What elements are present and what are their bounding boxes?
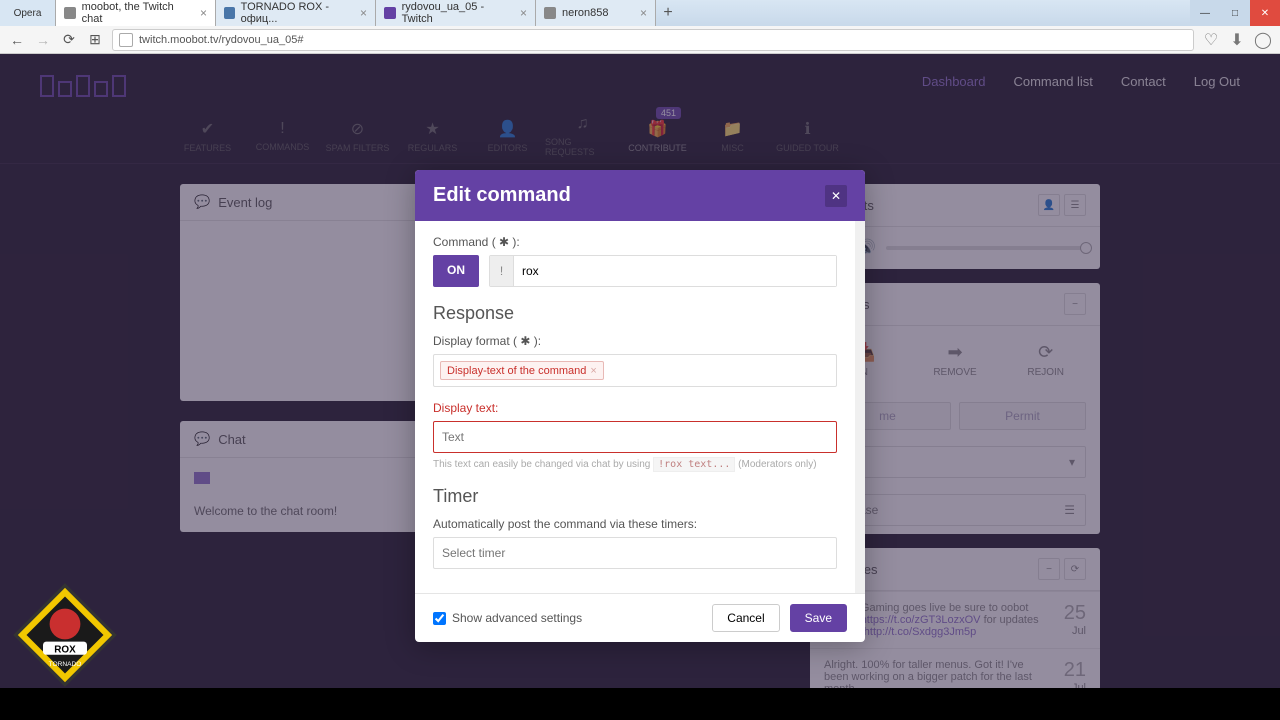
favicon xyxy=(224,7,235,19)
close-icon[interactable]: × xyxy=(360,6,367,20)
display-format-input[interactable]: Display-text of the command× xyxy=(433,354,837,387)
save-button[interactable]: Save xyxy=(790,604,847,632)
url-bar[interactable]: twitch.moobot.tv/rydovou_ua_05# xyxy=(112,29,1194,51)
browser-tab[interactable]: TORNADO ROX - офиц... × xyxy=(216,0,376,26)
minimize-button[interactable]: — xyxy=(1190,0,1220,26)
format-tag[interactable]: Display-text of the command× xyxy=(440,361,604,380)
timer-label: Automatically post the command via these… xyxy=(433,517,837,531)
close-icon[interactable]: × xyxy=(520,6,527,20)
response-heading: Response xyxy=(433,303,837,324)
window-controls: — □ ✕ xyxy=(1190,0,1280,26)
close-button[interactable]: ✕ xyxy=(1250,0,1280,26)
back-button[interactable]: ← xyxy=(8,31,26,49)
cancel-button[interactable]: Cancel xyxy=(712,604,779,632)
display-text-label: Display text: xyxy=(433,401,837,415)
display-text-input[interactable] xyxy=(433,421,837,453)
command-label: Command ( ✱ ): xyxy=(433,235,837,249)
site-info-icon[interactable] xyxy=(119,33,133,47)
channel-logo: ROX TORNADO xyxy=(10,580,120,690)
tab-title: rydovou_ua_05 - Twitch xyxy=(402,1,514,25)
timer-select[interactable] xyxy=(433,537,837,569)
edit-command-modal: Edit command ✕ Command ( ✱ ): ON ! Respo… xyxy=(415,170,865,642)
reload-button[interactable]: ⟳ xyxy=(60,31,78,49)
browser-tab[interactable]: rydovou_ua_05 - Twitch × xyxy=(376,0,536,26)
bookmark-icon[interactable]: ♡ xyxy=(1202,31,1220,49)
on-toggle[interactable]: ON xyxy=(433,255,479,287)
tab-title: moobot, the Twitch chat xyxy=(82,1,194,25)
home-button[interactable]: ⊞ xyxy=(86,31,104,49)
maximize-button[interactable]: □ xyxy=(1220,0,1250,26)
downloads-icon[interactable]: ⬇ xyxy=(1228,31,1246,49)
new-tab-button[interactable]: + xyxy=(656,0,680,26)
modal-footer: Show advanced settings Cancel Save xyxy=(415,593,865,642)
advanced-checkbox[interactable]: Show advanced settings xyxy=(433,611,582,625)
modal-header: Edit command ✕ xyxy=(415,170,865,221)
checkbox-label: Show advanced settings xyxy=(452,611,582,625)
checkbox[interactable] xyxy=(433,612,446,625)
command-input[interactable] xyxy=(514,256,836,286)
format-label: Display format ( ✱ ): xyxy=(433,334,837,348)
hint-text: This text can easily be changed via chat… xyxy=(433,459,837,470)
browser-toolbar: ← → ⟳ ⊞ twitch.moobot.tv/rydovou_ua_05# … xyxy=(0,26,1280,54)
svg-text:ROX: ROX xyxy=(54,645,76,656)
modal-body: Command ( ✱ ): ON ! Response Display for… xyxy=(415,221,865,593)
tab-title: neron858 xyxy=(562,7,609,19)
browser-tabs: moobot, the Twitch chat × TORNADO ROX - о… xyxy=(56,0,1190,26)
browser-tab[interactable]: neron858 × xyxy=(536,0,656,26)
favicon xyxy=(384,7,396,19)
close-icon[interactable]: × xyxy=(200,6,207,20)
timer-heading: Timer xyxy=(433,486,837,507)
svg-text:TORNADO: TORNADO xyxy=(49,661,82,668)
close-icon[interactable]: × xyxy=(590,365,596,377)
modal-title: Edit command xyxy=(433,184,571,207)
tab-title: TORNADO ROX - офиц... xyxy=(241,1,354,25)
profile-icon[interactable]: ◯ xyxy=(1254,31,1272,49)
favicon xyxy=(544,7,556,19)
favicon xyxy=(64,7,76,19)
close-icon[interactable]: × xyxy=(640,6,647,20)
taskbar xyxy=(0,688,1280,720)
browser-titlebar: Opera moobot, the Twitch chat × TORNADO R… xyxy=(0,0,1280,26)
command-input-wrap: ! xyxy=(489,255,837,287)
url-text: twitch.moobot.tv/rydovou_ua_05# xyxy=(139,34,304,46)
browser-menu[interactable]: Opera xyxy=(0,0,56,26)
browser-tab[interactable]: moobot, the Twitch chat × xyxy=(56,0,216,26)
forward-button[interactable]: → xyxy=(34,31,52,49)
command-prefix: ! xyxy=(490,256,514,286)
close-icon[interactable]: ✕ xyxy=(825,185,847,207)
hint-code: !rox text... xyxy=(653,457,735,472)
